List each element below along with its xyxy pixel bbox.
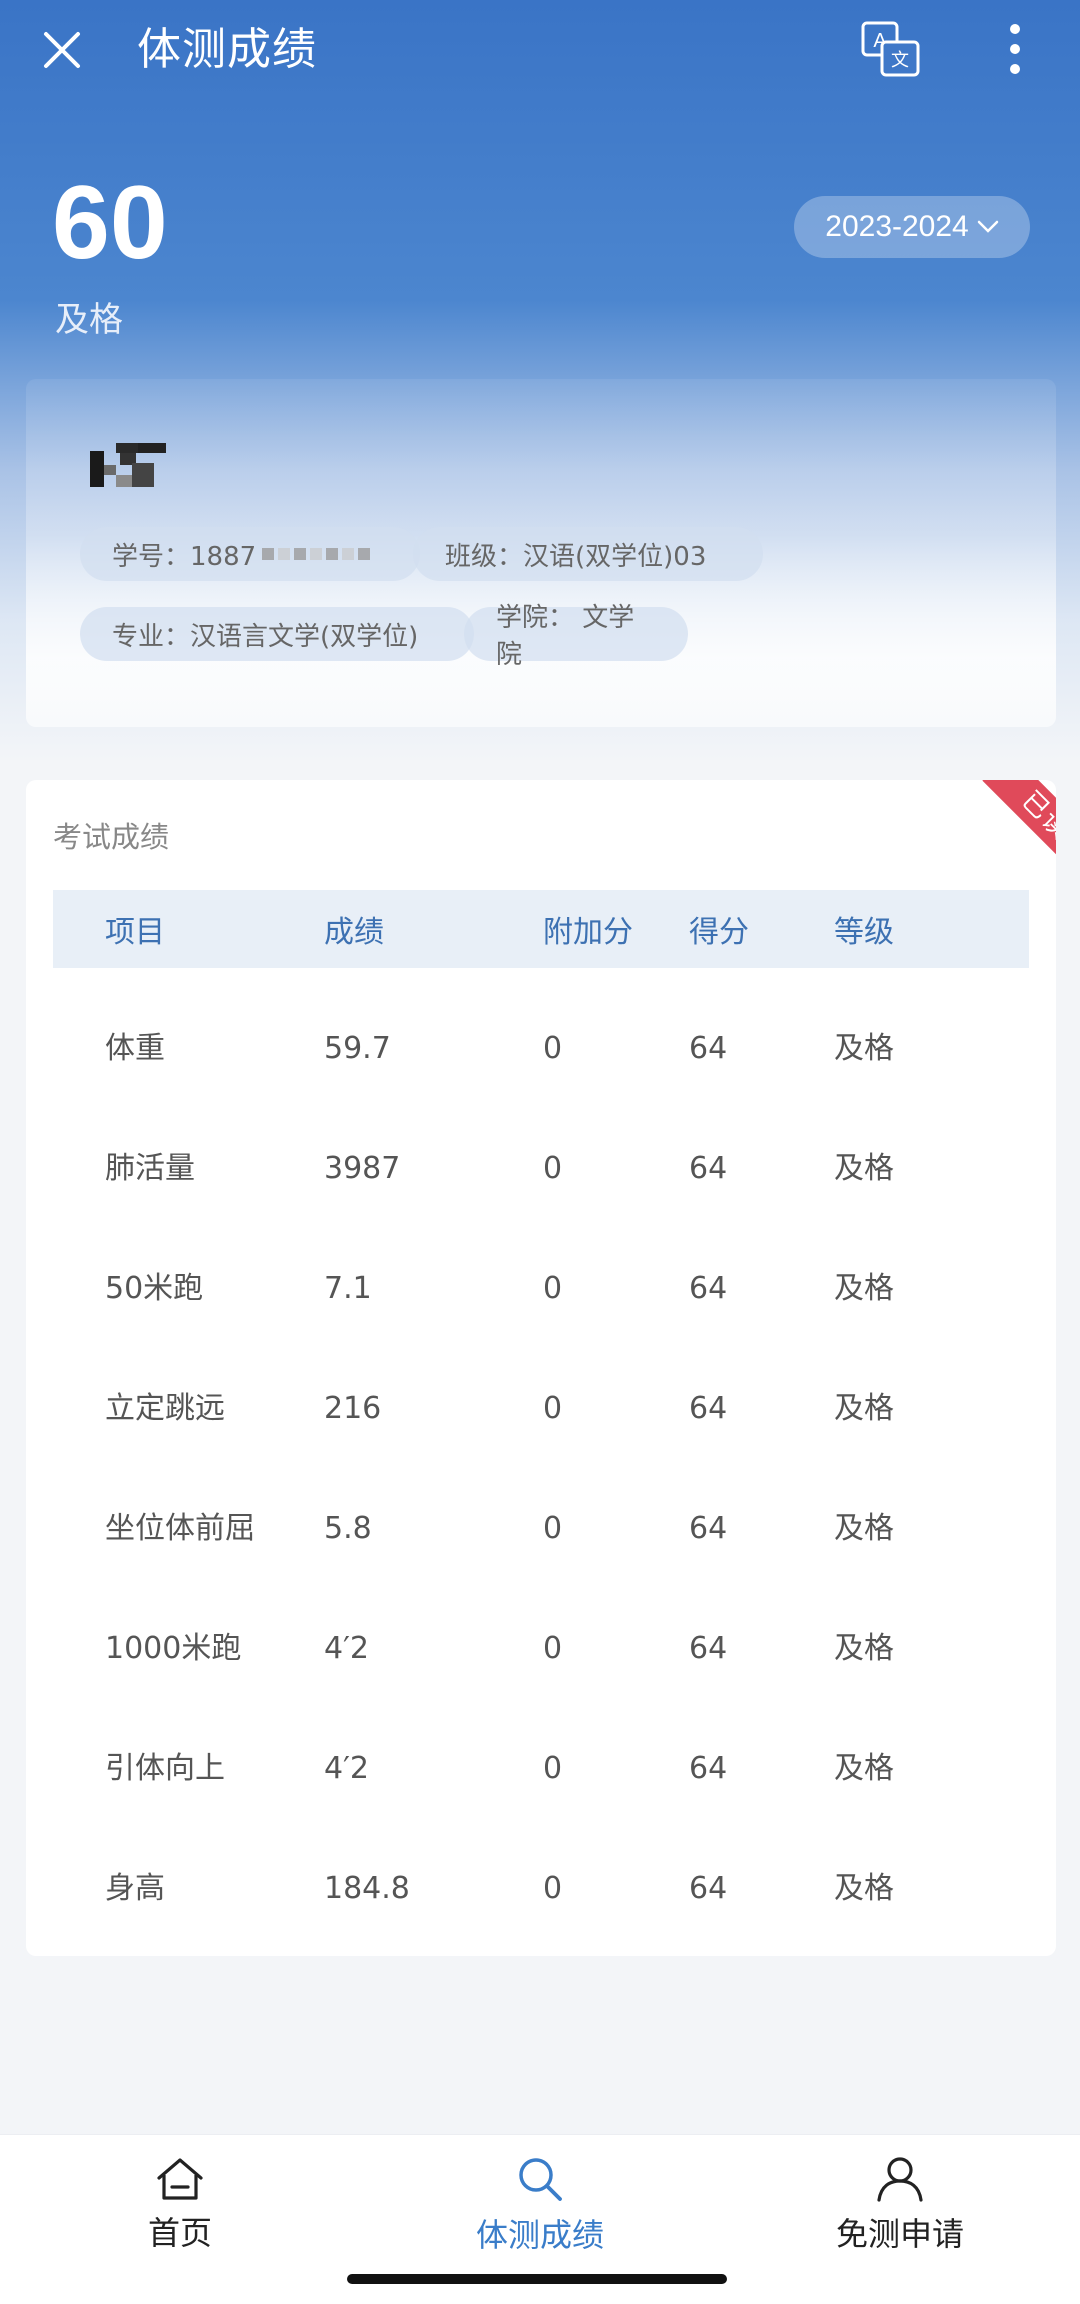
chevron-down-icon xyxy=(977,220,998,233)
nav-home[interactable]: 首页 xyxy=(0,2135,360,2275)
read-status-text: 已读 xyxy=(982,780,1056,870)
row-grade: 及格 xyxy=(834,1511,894,1546)
page-title: 体测成绩 xyxy=(137,24,317,75)
college-chip: 学院： 文学院 xyxy=(464,603,688,670)
column-header-bonus: 附加分 xyxy=(543,915,633,950)
row-bonus: 0 xyxy=(543,1031,563,1066)
row-points: 64 xyxy=(689,1751,728,1786)
top-bar: 体测成绩 A 文 xyxy=(0,0,1080,100)
row-bonus: 0 xyxy=(543,1271,563,1306)
nav-test-scores-label: 体测成绩 xyxy=(475,2216,604,2254)
read-status-badge: 已读 xyxy=(966,780,1056,870)
row-points: 64 xyxy=(689,1151,728,1186)
row-points: 64 xyxy=(689,1511,728,1546)
student-profile-card: 学号：1887 班级：汉语(双学位)03 专业：汉语言文学(双学位) 学院： 文… xyxy=(26,379,1056,727)
column-header-result: 成绩 xyxy=(324,915,384,950)
column-header-grade: 等级 xyxy=(834,915,894,950)
score-level: 及格 xyxy=(55,300,123,340)
row-item: 1000米跑 xyxy=(105,1631,242,1666)
major-chip: 专业：汉语言文学(双学位) xyxy=(80,607,474,661)
user-icon xyxy=(877,2157,923,2202)
row-result: 59.7 xyxy=(324,1031,391,1066)
row-result: 4′2 xyxy=(324,1751,369,1786)
student-id-chip: 学号：1887 xyxy=(80,527,420,581)
table-row: 50米跑 7.1 0 64 及格 xyxy=(53,1208,1029,1328)
score-table-body: 体重 59.7 0 64 及格 肺活量 3987 0 64 及格 50米跑 7.… xyxy=(53,968,1029,1928)
translate-button[interactable]: A 文 xyxy=(855,16,927,82)
class-text: 班级：汉语(双学位)03 xyxy=(445,541,707,572)
more-options-button[interactable] xyxy=(990,16,1040,82)
major-text: 专业：汉语言文学(双学位) xyxy=(112,621,419,652)
row-points: 64 xyxy=(689,1391,728,1426)
exam-scores-card: 考试成绩 已读 项目 成绩 附加分 得分 等级 体重 59.7 0 64 及格 … xyxy=(26,780,1056,1956)
college-text: 学院： 文学院 xyxy=(496,603,635,670)
row-item: 身高 xyxy=(105,1871,165,1906)
row-grade: 及格 xyxy=(834,1151,894,1186)
year-selector-value: 2023-2024 xyxy=(825,210,969,243)
translate-icon: A 文 xyxy=(861,21,920,77)
home-indicator[interactable] xyxy=(347,2274,727,2284)
row-grade: 及格 xyxy=(834,1871,894,1906)
row-result: 4′2 xyxy=(324,1631,369,1666)
search-icon xyxy=(519,2158,562,2201)
home-icon xyxy=(157,2158,203,2200)
row-points: 64 xyxy=(689,1631,728,1666)
close-button[interactable] xyxy=(30,20,94,80)
row-grade: 及格 xyxy=(834,1031,894,1066)
row-result: 216 xyxy=(324,1391,382,1426)
svg-text:文: 文 xyxy=(891,50,909,71)
row-bonus: 0 xyxy=(543,1511,563,1546)
row-bonus: 0 xyxy=(543,1751,563,1786)
redacted-mosaic xyxy=(260,548,372,560)
close-icon xyxy=(44,32,80,68)
student-id-text: 学号：1887 xyxy=(112,541,257,572)
row-bonus: 0 xyxy=(543,1151,563,1186)
row-item: 引体向上 xyxy=(105,1751,225,1786)
nav-exemption[interactable]: 免测申请 xyxy=(720,2135,1080,2275)
row-bonus: 0 xyxy=(543,1871,563,1906)
row-bonus: 0 xyxy=(543,1391,563,1426)
exam-section-title: 考试成绩 xyxy=(53,820,170,854)
row-points: 64 xyxy=(689,1271,728,1306)
table-row: 引体向上 4′2 0 64 及格 xyxy=(53,1688,1029,1808)
table-row: 坐位体前屈 5.8 0 64 及格 xyxy=(53,1448,1029,1568)
student-name-mosaic xyxy=(90,443,166,487)
row-grade: 及格 xyxy=(834,1751,894,1786)
row-item: 肺活量 xyxy=(105,1151,195,1186)
nav-exemption-label: 免测申请 xyxy=(835,2215,964,2253)
more-vertical-icon xyxy=(1010,24,1020,74)
table-row: 体重 59.7 0 64 及格 xyxy=(53,968,1029,1088)
row-grade: 及格 xyxy=(834,1271,894,1306)
table-header: 项目 成绩 附加分 得分 等级 xyxy=(53,890,1029,968)
nav-home-label: 首页 xyxy=(147,2214,212,2252)
row-points: 64 xyxy=(689,1871,728,1906)
row-item: 立定跳远 xyxy=(105,1391,225,1426)
column-header-item: 项目 xyxy=(105,915,165,950)
table-row: 肺活量 3987 0 64 及格 xyxy=(53,1088,1029,1208)
year-selector[interactable]: 2023-2024 xyxy=(794,196,1030,258)
row-grade: 及格 xyxy=(834,1391,894,1426)
column-header-points: 得分 xyxy=(689,915,749,950)
row-grade: 及格 xyxy=(834,1631,894,1666)
total-score: 60 xyxy=(52,165,168,281)
row-result: 5.8 xyxy=(324,1511,372,1546)
row-result: 7.1 xyxy=(324,1271,372,1306)
row-bonus: 0 xyxy=(543,1631,563,1666)
nav-test-scores[interactable]: 体测成绩 xyxy=(360,2135,720,2275)
row-item: 坐位体前屈 xyxy=(105,1511,255,1546)
row-item: 50米跑 xyxy=(105,1271,204,1306)
table-row: 身高 184.8 0 64 及格 xyxy=(53,1808,1029,1928)
table-row: 立定跳远 216 0 64 及格 xyxy=(53,1328,1029,1448)
class-chip: 班级：汉语(双学位)03 xyxy=(413,527,763,581)
row-points: 64 xyxy=(689,1031,728,1066)
row-item: 体重 xyxy=(105,1031,165,1066)
row-result: 184.8 xyxy=(324,1871,410,1906)
table-row: 1000米跑 4′2 0 64 及格 xyxy=(53,1568,1029,1688)
row-result: 3987 xyxy=(324,1151,401,1186)
